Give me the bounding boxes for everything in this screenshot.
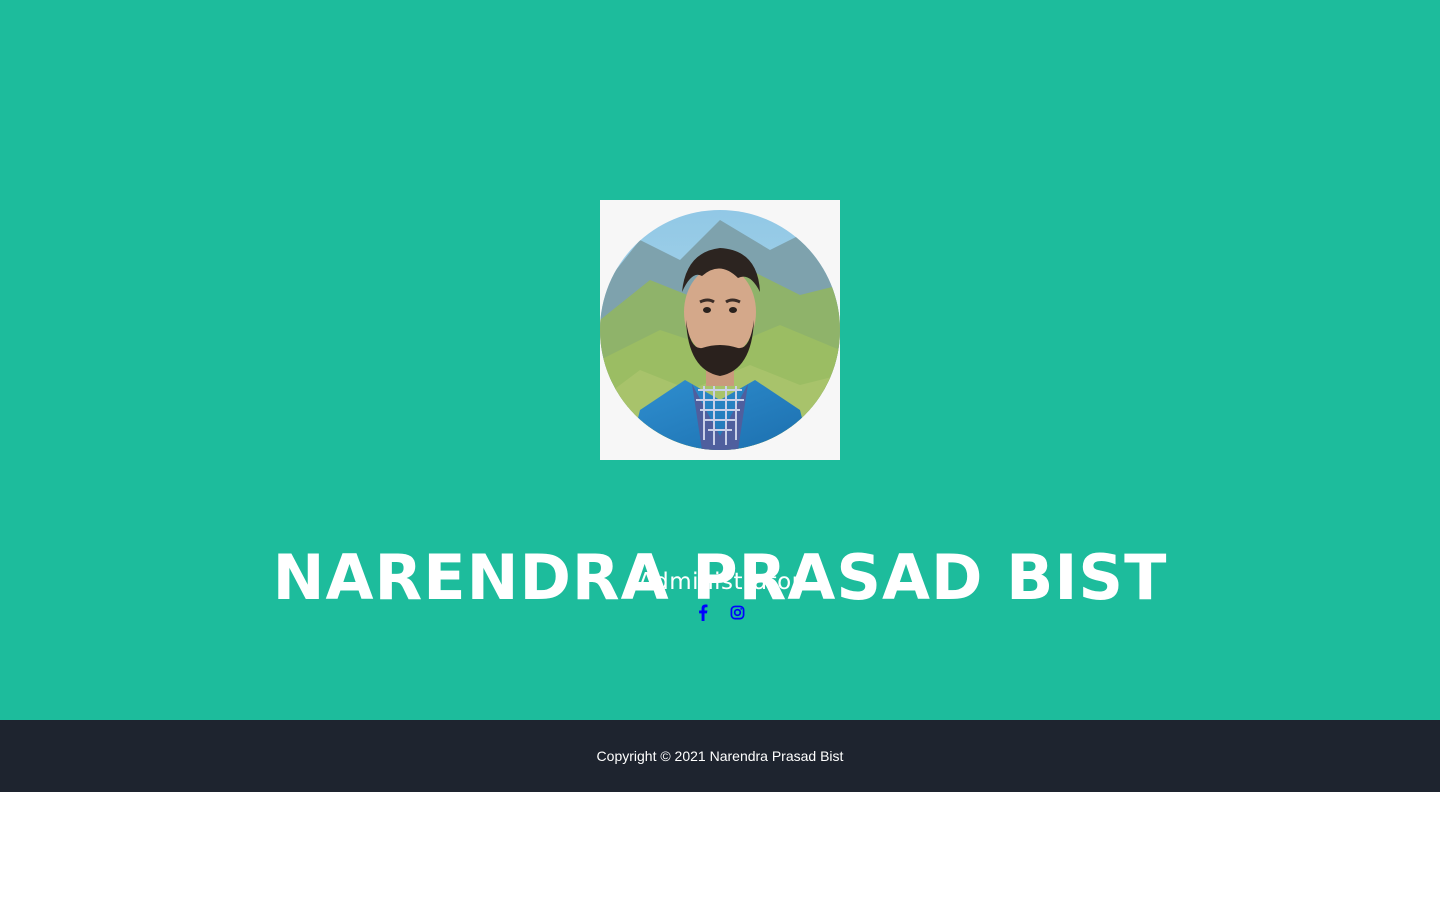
avatar (600, 200, 840, 460)
facebook-icon (698, 604, 707, 621)
instagram-link[interactable] (729, 601, 746, 623)
copyright-text: Copyright © 2021 Narendra Prasad Bist (596, 748, 844, 764)
hero-section: NARENDRA PRASAD BIST Administrator (0, 0, 1440, 720)
social-links (0, 601, 1440, 623)
avatar-photo (600, 210, 840, 450)
facebook-link[interactable] (694, 601, 711, 623)
profile-role: Administrator (638, 569, 802, 595)
instagram-icon (730, 605, 745, 619)
